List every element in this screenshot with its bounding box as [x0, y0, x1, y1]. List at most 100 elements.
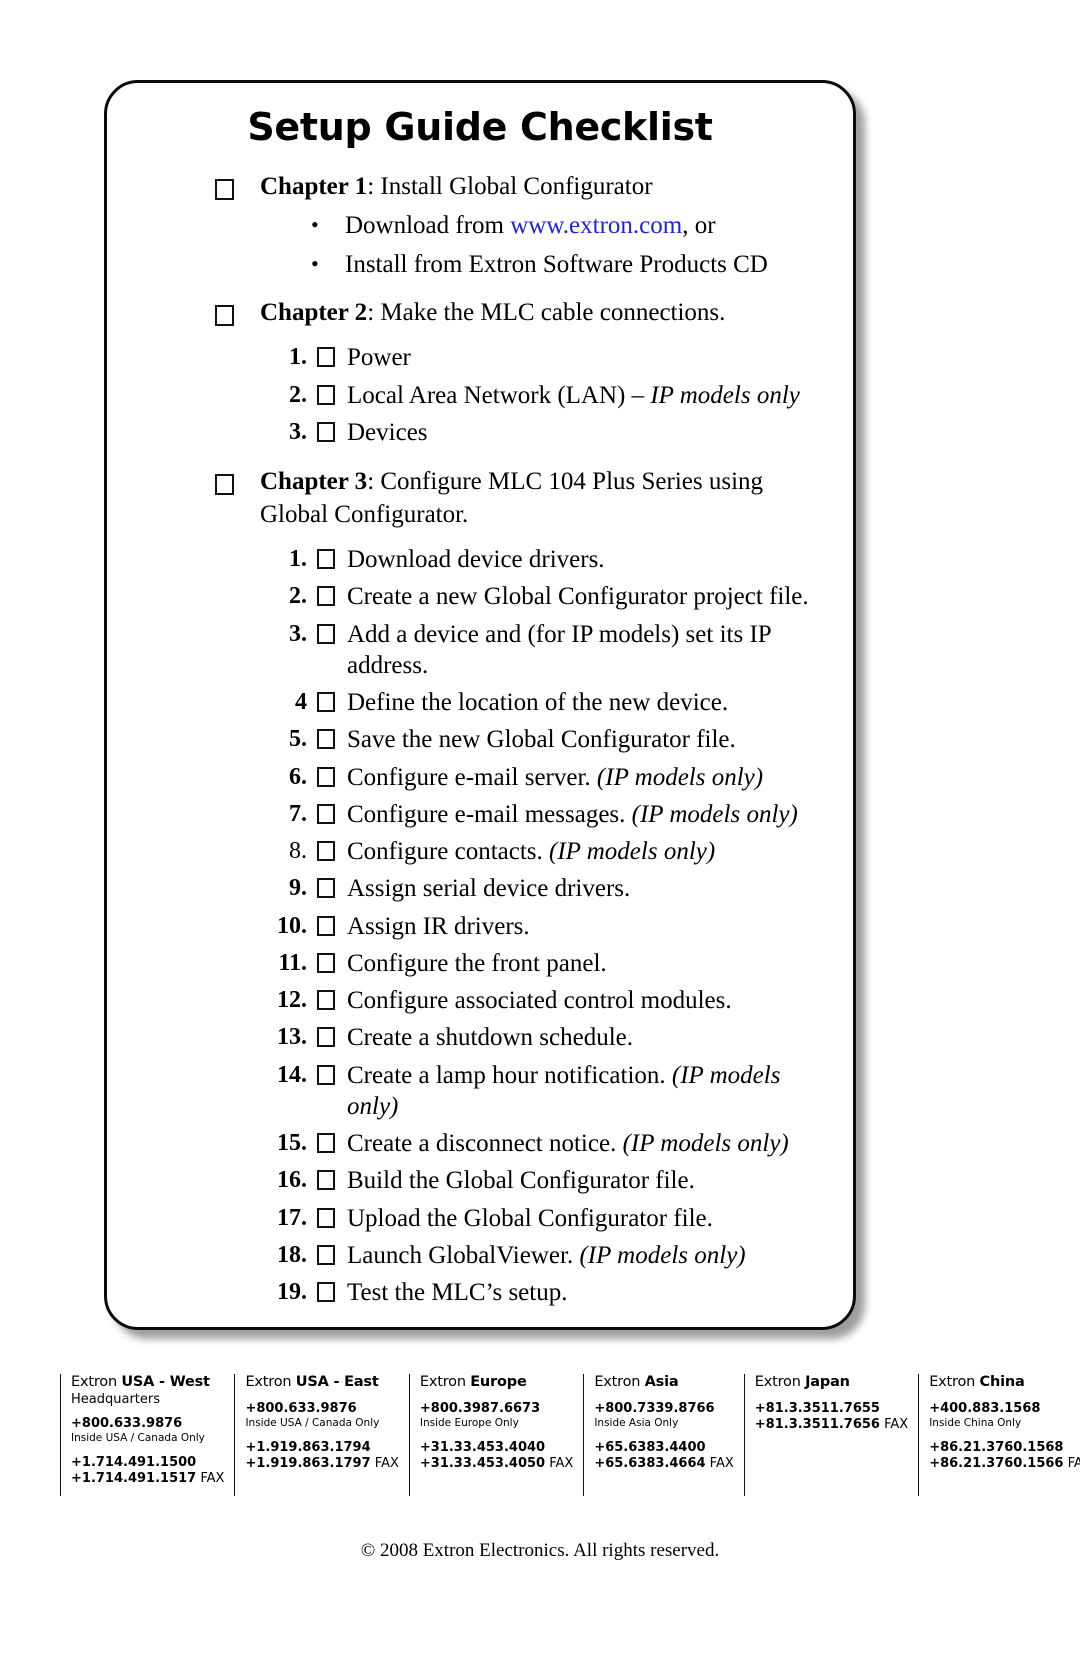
- chapter-label: Chapter 3: Configure MLC 104 Plus Series…: [260, 466, 819, 531]
- checklist-item: 5. Save the new Global Configurator file.: [141, 724, 819, 755]
- fax-label: FAX: [879, 1417, 909, 1433]
- item-note: (IP models only): [596, 763, 764, 791]
- checkbox-icon[interactable]: [317, 692, 335, 713]
- contact-note: Inside USA / Canada Only: [245, 1417, 380, 1430]
- item-number: 10.: [277, 912, 307, 939]
- fax-label: FAX: [196, 1471, 225, 1487]
- checkbox-icon[interactable]: [317, 915, 335, 936]
- item-number: 8.: [289, 838, 307, 865]
- checkbox-icon[interactable]: [215, 304, 234, 326]
- checkbox-icon[interactable]: [317, 384, 335, 405]
- contact-phone: +31.33.453.4040: [419, 1439, 546, 1455]
- checkbox-icon[interactable]: [317, 1282, 335, 1303]
- copyright-notice: © 2008 Extron Electronics. All rights re…: [360, 1540, 720, 1561]
- bullet-dot-icon: •: [311, 251, 319, 277]
- contact-phone: +31.33.453.4050 FAX: [419, 1456, 574, 1472]
- fax-label: FAX: [545, 1456, 574, 1472]
- checkbox-icon[interactable]: [317, 1027, 335, 1048]
- contact-phone: +800.7339.8766: [594, 1401, 715, 1416]
- item-number: 14.: [277, 1061, 307, 1088]
- chapter-label: Chapter 1: Install Global Configurator: [260, 171, 653, 204]
- item-text: Create a new Global Configurator project…: [347, 583, 809, 611]
- item-number: 16.: [277, 1167, 307, 1194]
- contact-column: Extron Europe +800.3987.6673 Inside Europe…: [408, 1374, 583, 1497]
- item-number: 1.: [289, 344, 307, 371]
- checklist-item: 2. Local Area Network (LAN) – IP models o…: [141, 380, 819, 411]
- item-number: 12.: [277, 987, 307, 1014]
- checkbox-icon[interactable]: [317, 347, 335, 368]
- contact-phone: +81.3.3511.7656 FAX: [754, 1417, 909, 1433]
- item-number: 11.: [278, 949, 307, 976]
- checklist-item: 3. Add a device and (for IP models) set i…: [141, 619, 819, 682]
- checklist-body: Chapter 1: Install Global Configurator • D…: [141, 171, 819, 1327]
- item-number: 2.: [289, 381, 307, 408]
- checklist-item: 6. Configure e-mail server. (IP models on…: [141, 762, 819, 793]
- checkbox-icon[interactable]: [317, 1207, 335, 1228]
- checkbox-icon[interactable]: [317, 729, 335, 750]
- contact-phone: +65.6383.4400: [594, 1439, 706, 1455]
- extron-website-link[interactable]: www.extron.com: [510, 212, 682, 239]
- item-text: Build the Global Configurator file.: [347, 1167, 695, 1195]
- chapter-row: Chapter 1: Install Global Configurator: [141, 171, 819, 204]
- checkbox-icon[interactable]: [317, 421, 335, 442]
- checkbox-icon[interactable]: [215, 474, 234, 496]
- checklist-item: 15. Create a disconnect notice. (IP model…: [141, 1128, 819, 1159]
- chapter-number: Chapter 1: [260, 172, 368, 200]
- checkbox-icon[interactable]: [317, 878, 335, 899]
- checkbox-icon[interactable]: [317, 1064, 335, 1085]
- contact-column: Extron USA - East +800.633.9876 Inside USA…: [234, 1374, 408, 1497]
- item-text: Configure contacts. (IP models only): [347, 838, 716, 866]
- checkbox-icon[interactable]: [317, 623, 335, 644]
- checkbox-icon[interactable]: [215, 178, 234, 200]
- checklist-item: 3. Devices: [141, 417, 819, 448]
- item-text: Power: [347, 344, 411, 372]
- checkbox-icon[interactable]: [317, 1133, 335, 1154]
- bullet-item: • Download from www.extron.com, or: [141, 207, 819, 246]
- checkbox-icon[interactable]: [317, 549, 335, 570]
- item-number: 15.: [277, 1130, 307, 1157]
- contact-table: Extron USA - West Headquarters +800.633.98…: [60, 1374, 1080, 1497]
- item-text: Configure associated control modules.: [347, 987, 732, 1015]
- checklist-item: 1. Power: [141, 342, 819, 373]
- checkbox-icon[interactable]: [317, 803, 335, 824]
- contact-subtitle: Headquarters: [71, 1392, 161, 1407]
- item-text: Assign serial device drivers.: [347, 875, 631, 903]
- chapter-number: Chapter 2: [260, 298, 368, 326]
- checkbox-icon[interactable]: [317, 766, 335, 787]
- checkbox-icon[interactable]: [317, 1244, 335, 1265]
- item-number: 17.: [277, 1204, 307, 1231]
- checklist-item: 17. Upload the Global Configurator file.: [141, 1203, 819, 1234]
- item-text: Assign IR drivers.: [347, 912, 530, 940]
- item-number: 3.: [289, 620, 307, 647]
- bullet-text: Install from Extron Software Products CD: [345, 251, 768, 279]
- item-number: 9.: [289, 875, 307, 902]
- checkbox-icon[interactable]: [317, 586, 335, 607]
- contact-column: Extron Japan +81.3.3511.7655 +81.3.3511.76…: [743, 1374, 918, 1497]
- contact-phone: +400.883.1568: [929, 1401, 1041, 1416]
- item-number: 7.: [289, 800, 307, 827]
- checklist-item: 11. Configure the front panel.: [141, 948, 819, 979]
- item-text: Create a shutdown schedule.: [347, 1024, 634, 1052]
- checklist-card: Setup Guide Checklist Chapter 1: Install…: [104, 80, 865, 1339]
- item-number: 19.: [277, 1279, 307, 1306]
- contact-phone: +86.21.3760.1568: [929, 1439, 1064, 1455]
- checkbox-icon[interactable]: [317, 841, 335, 862]
- checkbox-icon[interactable]: [317, 990, 335, 1011]
- checklist-item: 13. Create a shutdown schedule.: [141, 1022, 819, 1053]
- checkbox-icon[interactable]: [317, 1170, 335, 1191]
- contact-region-name: Extron Europe: [419, 1374, 527, 1390]
- contact-column: Extron USA - West Headquarters +800.633.98…: [60, 1374, 234, 1497]
- item-number: 2.: [289, 583, 307, 610]
- item-number: 1.: [289, 546, 307, 573]
- contact-region: Asia: [644, 1374, 679, 1390]
- checkbox-icon[interactable]: [317, 952, 335, 973]
- item-text: Define the location of the new device.: [347, 689, 729, 717]
- item-text: Test the MLC’s setup.: [347, 1279, 568, 1307]
